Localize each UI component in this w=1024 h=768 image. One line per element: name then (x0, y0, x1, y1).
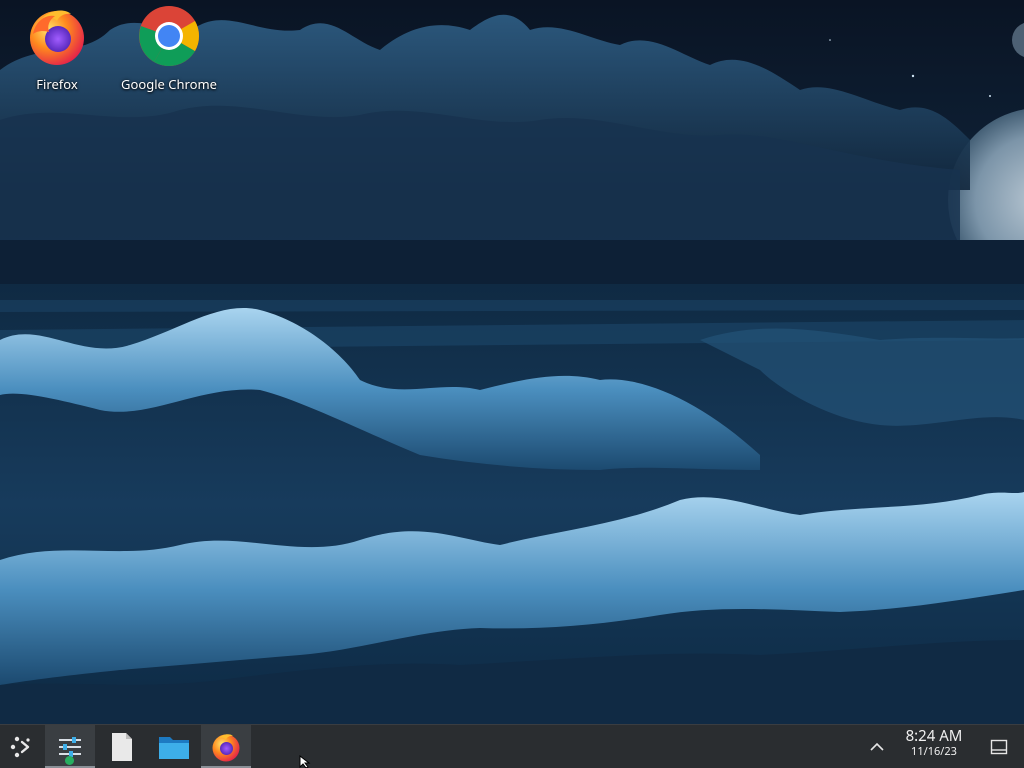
taskbar: 8:24 AM 11/16/23 (0, 724, 1024, 768)
firefox-icon (212, 733, 240, 761)
firefox-icon (30, 10, 84, 65)
task-file-manager[interactable] (150, 725, 198, 768)
desktop-icon-label: Google Chrome (121, 75, 217, 93)
app-launcher-button[interactable] (0, 725, 44, 768)
clock-date: 11/16/23 (911, 744, 957, 759)
desktop-icon-firefox[interactable]: Firefox (2, 4, 112, 92)
system-tray-expand-button[interactable] (864, 725, 890, 768)
clock-time: 8:24 AM (905, 726, 963, 746)
show-desktop-button[interactable] (982, 725, 1016, 768)
task-text-file[interactable] (100, 725, 144, 768)
settings-badge-icon (65, 756, 74, 765)
show-desktop-icon (990, 739, 1008, 754)
chevron-up-icon (870, 742, 884, 751)
folder-icon (159, 736, 189, 759)
desktop-icon-google-chrome[interactable]: Google Chrome (114, 4, 224, 92)
text-file-icon (112, 732, 132, 761)
app-launcher-icon (10, 736, 30, 757)
task-firefox[interactable] (201, 725, 251, 768)
mouse-cursor (299, 755, 311, 768)
chrome-icon (139, 6, 200, 67)
desktop-wallpaper (0, 0, 1024, 724)
desktop-icon-label: Firefox (36, 75, 78, 93)
task-system-settings[interactable] (45, 725, 95, 768)
digital-clock[interactable]: 8:24 AM 11/16/23 (892, 727, 976, 758)
